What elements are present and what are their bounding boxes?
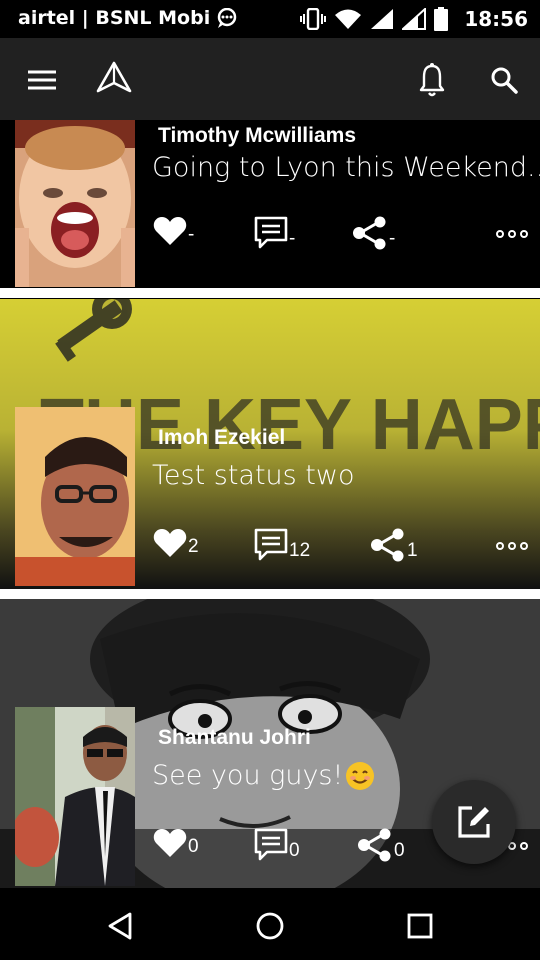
post-card[interactable]: Timothy Mcwilliams Going to Lyon this We…: [0, 120, 540, 298]
heart-icon: [153, 217, 187, 245]
vibrate-icon: [300, 8, 327, 30]
carrier-text: airtel | BSNL Mobi: [18, 7, 211, 29]
app-logo-icon[interactable]: [94, 58, 134, 98]
share-icon: [353, 216, 386, 250]
divider: [0, 288, 540, 298]
wifi-icon: [335, 9, 362, 29]
like-button[interactable]: 0: [153, 828, 199, 858]
feed[interactable]: Timothy Mcwilliams Going to Lyon this We…: [0, 120, 540, 888]
comment-icon: [254, 828, 288, 861]
home-icon[interactable]: [250, 906, 290, 946]
carrier-label: airtel | BSNL Mobi: [18, 7, 238, 29]
status-bar: airtel | BSNL Mobi 18:56: [0, 0, 540, 38]
menu-icon[interactable]: [22, 60, 62, 100]
comment-button[interactable]: 12: [254, 528, 310, 562]
author-name[interactable]: Timothy Mcwilliams: [158, 124, 356, 148]
like-button[interactable]: -: [153, 216, 194, 246]
share-icon: [358, 828, 391, 862]
post-actions: - - -: [0, 216, 540, 256]
chat-notification-icon: [217, 8, 237, 28]
like-count: 2: [188, 536, 199, 557]
share-button[interactable]: 0: [357, 828, 405, 862]
like-button[interactable]: 2: [153, 528, 199, 558]
comment-count: -: [289, 228, 296, 249]
comment-button[interactable]: 0: [254, 828, 300, 862]
share-button[interactable]: -: [352, 216, 395, 250]
app-bar: [0, 38, 540, 120]
compose-icon: [458, 806, 490, 838]
compose-button[interactable]: [432, 780, 516, 864]
more-options-icon[interactable]: [496, 542, 528, 550]
comment-icon: [254, 216, 288, 249]
more-options-icon[interactable]: [496, 230, 528, 238]
notifications-bell-icon[interactable]: [412, 58, 452, 102]
avatar[interactable]: [15, 120, 135, 287]
author-name[interactable]: Shantanu Johri: [158, 726, 311, 750]
comment-icon: [254, 528, 288, 561]
clock: 18:56: [464, 7, 528, 31]
share-count: -: [389, 228, 396, 249]
like-count: 0: [188, 836, 199, 857]
share-button[interactable]: 1: [370, 528, 418, 562]
status-text: Going to Lyon this Weekend....: [152, 152, 540, 183]
smile-emoji-icon: [345, 761, 375, 791]
heart-icon: [153, 829, 187, 857]
heart-icon: [153, 529, 187, 557]
back-icon[interactable]: [100, 906, 140, 946]
signal-icon: [371, 9, 394, 29]
comment-count: 0: [289, 840, 300, 861]
signal-icon-2: [402, 8, 427, 30]
divider: [0, 589, 540, 599]
author-name-overlay[interactable]: Imoh Ezekiel: [158, 426, 285, 450]
recents-icon[interactable]: [400, 906, 440, 946]
share-icon: [371, 528, 404, 562]
like-count: -: [188, 224, 195, 245]
status-text-row: See you guys!: [152, 760, 375, 791]
status-text: Test status two: [152, 460, 355, 491]
comment-button[interactable]: -: [254, 216, 295, 250]
status-text: See you guys!: [152, 760, 344, 791]
share-count: 0: [394, 840, 405, 861]
navigation-bar: [0, 888, 540, 960]
post-actions: 2 12 1: [0, 528, 540, 568]
share-count: 1: [407, 540, 418, 561]
battery-icon: [434, 7, 449, 31]
search-icon[interactable]: [484, 60, 524, 100]
comment-count: 12: [289, 540, 311, 561]
